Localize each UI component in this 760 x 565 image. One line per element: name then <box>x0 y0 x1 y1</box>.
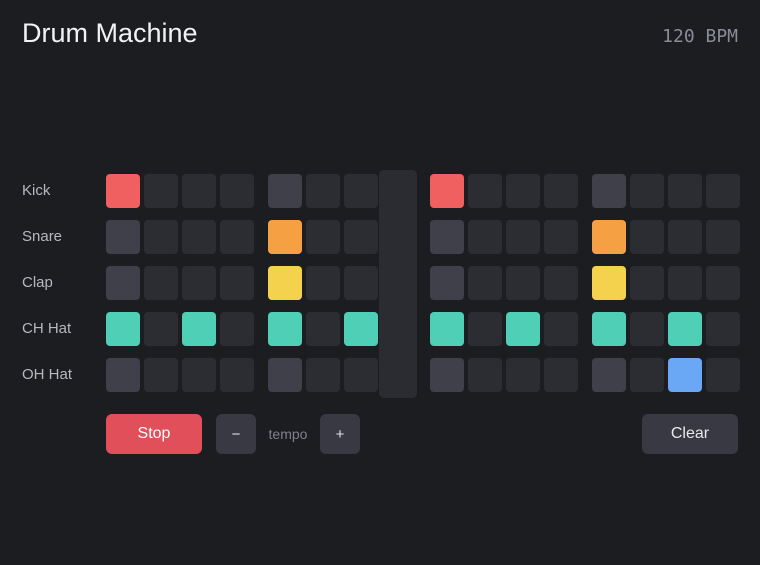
step-pad[interactable] <box>306 220 340 254</box>
step-pad[interactable] <box>506 358 540 392</box>
step-pad[interactable] <box>468 266 502 300</box>
step-pad[interactable] <box>544 312 578 346</box>
step-pad[interactable] <box>668 358 702 392</box>
step-pad[interactable] <box>220 220 254 254</box>
step-pad[interactable] <box>306 174 340 208</box>
step-pad[interactable] <box>468 174 502 208</box>
tempo-down-button[interactable]: − <box>216 414 256 454</box>
step-pad[interactable] <box>706 266 740 300</box>
track-label: Clap <box>22 274 53 291</box>
step-pad[interactable] <box>506 266 540 300</box>
step-pad[interactable] <box>468 358 502 392</box>
step-pad[interactable] <box>706 358 740 392</box>
bpm-display: 120 BPM <box>662 26 738 47</box>
step-pad[interactable] <box>468 312 502 346</box>
step-pad[interactable] <box>668 220 702 254</box>
step-pad[interactable] <box>630 312 664 346</box>
step-pad[interactable] <box>544 174 578 208</box>
step-pad[interactable] <box>144 174 178 208</box>
step-pad[interactable] <box>182 358 216 392</box>
step-pad[interactable] <box>430 358 464 392</box>
step-pad[interactable] <box>268 358 302 392</box>
step-pad[interactable] <box>706 174 740 208</box>
step-pad[interactable] <box>220 174 254 208</box>
step-pad[interactable] <box>592 220 626 254</box>
step-pad[interactable] <box>344 312 378 346</box>
step-pad[interactable] <box>706 312 740 346</box>
step-pad[interactable] <box>268 174 302 208</box>
clear-button[interactable]: Clear <box>642 414 738 454</box>
track-label: OH Hat <box>22 366 73 383</box>
step-pad[interactable] <box>182 312 216 346</box>
step-pad[interactable] <box>592 358 626 392</box>
step-pad[interactable] <box>220 312 254 346</box>
tempo-up-button[interactable]: + <box>320 414 360 454</box>
step-pad[interactable] <box>630 220 664 254</box>
step-pad[interactable] <box>706 220 740 254</box>
step-pad[interactable] <box>220 266 254 300</box>
step-pad[interactable] <box>544 358 578 392</box>
step-pad[interactable] <box>306 266 340 300</box>
playhead <box>379 170 417 398</box>
step-pad[interactable] <box>630 266 664 300</box>
step-pad[interactable] <box>106 358 140 392</box>
step-pad[interactable] <box>144 266 178 300</box>
step-pad[interactable] <box>592 174 626 208</box>
step-pad[interactable] <box>106 266 140 300</box>
step-pad[interactable] <box>544 220 578 254</box>
step-pad[interactable] <box>144 358 178 392</box>
step-pad[interactable] <box>344 174 378 208</box>
step-pad[interactable] <box>344 220 378 254</box>
step-pad[interactable] <box>106 220 140 254</box>
step-pad[interactable] <box>144 220 178 254</box>
step-pad[interactable] <box>106 312 140 346</box>
step-pad[interactable] <box>220 358 254 392</box>
step-pad[interactable] <box>430 266 464 300</box>
step-pad[interactable] <box>268 266 302 300</box>
step-pad[interactable] <box>630 358 664 392</box>
track-label: Kick <box>22 182 51 199</box>
step-pad[interactable] <box>268 220 302 254</box>
step-pad[interactable] <box>430 312 464 346</box>
step-pad[interactable] <box>306 312 340 346</box>
step-pad[interactable] <box>144 312 178 346</box>
track-label: Snare <box>22 228 63 245</box>
step-pad[interactable] <box>506 174 540 208</box>
step-pad[interactable] <box>468 220 502 254</box>
step-pad[interactable] <box>592 312 626 346</box>
step-pad[interactable] <box>182 174 216 208</box>
step-pad[interactable] <box>506 312 540 346</box>
step-pad[interactable] <box>544 266 578 300</box>
step-pad[interactable] <box>668 266 702 300</box>
step-pad[interactable] <box>630 174 664 208</box>
step-pad[interactable] <box>268 312 302 346</box>
tempo-label: tempo <box>268 426 308 442</box>
step-pad[interactable] <box>106 174 140 208</box>
step-pad[interactable] <box>344 358 378 392</box>
step-pad[interactable] <box>668 174 702 208</box>
step-pad[interactable] <box>430 174 464 208</box>
step-pad[interactable] <box>430 220 464 254</box>
stop-button[interactable]: Stop <box>106 414 202 454</box>
app-title: Drum Machine <box>22 18 198 48</box>
step-pad[interactable] <box>182 220 216 254</box>
step-pad[interactable] <box>306 358 340 392</box>
step-pad[interactable] <box>592 266 626 300</box>
step-pad[interactable] <box>344 266 378 300</box>
track-label: CH Hat <box>22 320 72 337</box>
step-pad[interactable] <box>668 312 702 346</box>
step-pad[interactable] <box>506 220 540 254</box>
step-pad[interactable] <box>182 266 216 300</box>
